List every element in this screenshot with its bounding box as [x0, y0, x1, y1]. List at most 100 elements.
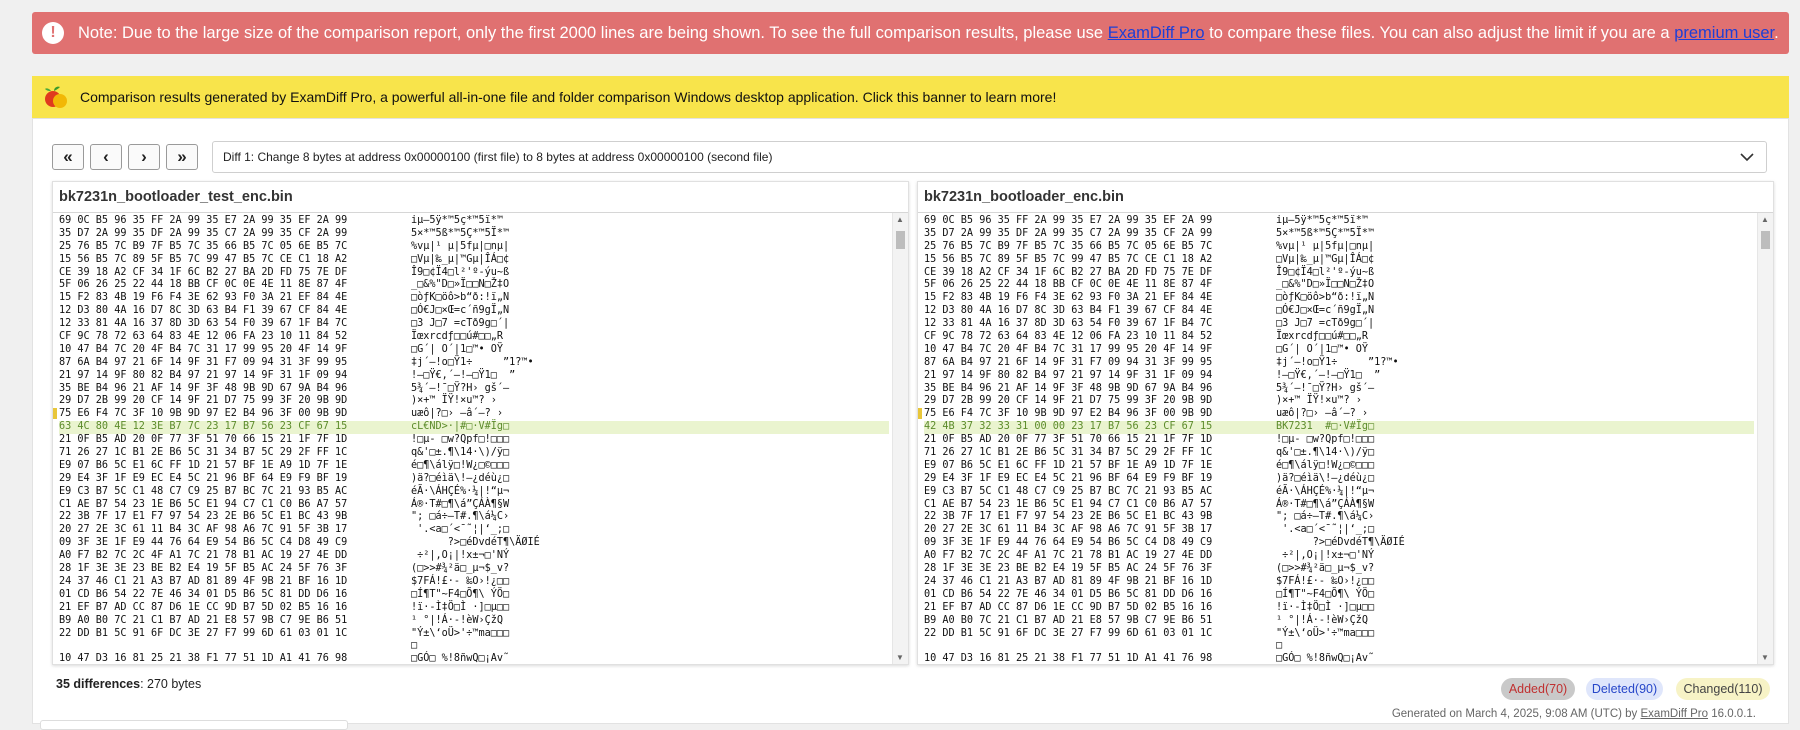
hex-bytes: 15 56 B5 7C 89 5F B5 7C 99 47 B5 7C CE C… — [924, 253, 1213, 265]
hex-bytes: 75 E6 F4 7C 3F 10 9B 9D 97 E2 B4 96 3F 0… — [59, 408, 348, 420]
hex-bytes: 29 E4 3F 1F E9 EC E4 5C 21 96 BF 64 E9 F… — [59, 472, 348, 484]
hex-ascii: q&'□±.¶\14·\)/ÿ□ — [1276, 447, 1375, 459]
left-diff-marker — [53, 408, 57, 419]
left-hex-view[interactable]: 69 0C B5 96 35 FF 2A 99 35 E7 2A 99 35 E… — [53, 213, 908, 664]
scroll-up-icon[interactable]: ▲ — [1761, 215, 1769, 224]
hex-bytes: 75 E6 F4 7C 3F 10 9B 9D 97 E2 B4 96 3F 0… — [924, 408, 1213, 420]
hex-row: 87 6A B4 97 21 6F 14 9F 31 F7 09 94 31 3… — [59, 357, 889, 370]
hex-bytes: 22 DD B1 5C 91 6F DC 3E 27 F7 99 6D 61 0… — [59, 627, 348, 639]
hex-bytes: CE 39 18 A2 CF 34 1F 6C B2 27 BA 2D FD 7… — [924, 266, 1213, 278]
hex-ascii: '.<a□´<¯˜¦|‘_;□ — [411, 524, 510, 536]
left-scroll-thumb[interactable] — [896, 231, 905, 249]
hex-ascii: éÃ·\ÁHÇÉ%·¼|!“µ¬ — [411, 485, 510, 497]
hex-row: 25 76 B5 7C B9 7F B5 7C 35 66 B5 7C 05 6… — [924, 241, 1754, 254]
first-diff-button[interactable]: « — [52, 144, 84, 170]
hex-bytes: 42 4B 37 32 33 31 00 00 23 17 B7 56 23 C… — [924, 421, 1213, 433]
hex-ascii: '.<a□´<¯˜¦|‘_;□ — [1276, 524, 1375, 536]
hex-row: B9 A0 B0 7C 21 C1 B7 AD 21 E8 57 9B C7 9… — [59, 615, 889, 628]
hex-row: 12 33 81 4A 16 37 8D 3D 63 54 F0 39 67 1… — [924, 318, 1754, 331]
examdiff-promo-banner[interactable]: Comparison results generated by ExamDiff… — [32, 76, 1789, 118]
hex-row: E9 07 B6 5C E1 6C FF 1D 21 57 BF 1E A9 1… — [59, 460, 889, 473]
generated-footer: Generated on March 4, 2025, 9:08 AM (UTC… — [1392, 708, 1756, 720]
left-file-pane: bk7231n_bootloader_test_enc.bin 69 0C B5… — [52, 181, 909, 665]
right-hex-view[interactable]: 69 0C B5 96 35 FF 2A 99 35 E7 2A 99 35 E… — [918, 213, 1773, 664]
hex-ascii: !—□Ÿ€‚´—!—□Ÿ1□ ” — [411, 369, 516, 381]
hex-bytes: 21 0F B5 AD 20 0F 77 3F 51 70 66 15 21 1… — [924, 434, 1213, 446]
hex-row: 75 E6 F4 7C 3F 10 9B 9D 97 E2 B4 96 3F 0… — [924, 408, 1754, 421]
right-file-pane: bk7231n_bootloader_enc.bin 69 0C B5 96 3… — [917, 181, 1774, 665]
next-diff-button[interactable]: › — [128, 144, 160, 170]
hex-ascii: □òƒK□öô>b“ð:!ï„N — [1276, 292, 1375, 304]
changed-filter-pill[interactable]: Changed(110) — [1676, 678, 1770, 700]
hex-row: 21 0F B5 AD 20 0F 77 3F 51 70 66 15 21 1… — [924, 434, 1754, 447]
right-hex-content: 69 0C B5 96 35 FF 2A 99 35 E7 2A 99 35 E… — [924, 215, 1754, 664]
hex-row: 10 47 B4 7C 20 4F B4 7C 31 17 99 95 20 4… — [59, 344, 889, 357]
hex-row: 29 D7 2B 99 20 CF 14 9F 21 D7 75 99 3F 2… — [924, 395, 1754, 408]
last-diff-button[interactable]: » — [166, 144, 198, 170]
diff-select[interactable]: Diff 1: Change 8 bytes at address 0x0000… — [212, 141, 1767, 173]
hex-row: 10 47 B4 7C 20 4F B4 7C 31 17 99 95 20 4… — [924, 344, 1754, 357]
hex-bytes: 15 F2 83 4B 19 F6 F4 3E 62 93 F0 3A 21 E… — [924, 292, 1213, 304]
hex-bytes: B9 A0 B0 7C 21 C1 B7 AD 21 E8 57 9B C7 9… — [924, 614, 1213, 626]
examdiff-pro-link[interactable]: ExamDiff Pro — [1108, 24, 1205, 42]
hex-bytes: 21 EF B7 AD CC 87 D6 1E CC 9D B7 5D 02 B… — [924, 601, 1213, 613]
deleted-filter-pill[interactable]: Deleted(90) — [1586, 678, 1663, 700]
scroll-up-icon[interactable]: ▲ — [896, 215, 904, 224]
hex-ascii: uæô|?□› —â´–? › — [411, 408, 504, 420]
hex-row: 35 BE B4 96 21 AF 14 9F 3F 48 9B 9D 67 9… — [924, 383, 1754, 396]
hex-row: CE 39 18 A2 CF 34 1F 6C B2 27 BA 2D FD 7… — [924, 267, 1754, 280]
hex-bytes: 10 47 D3 16 81 25 21 38 F1 77 51 1D A1 4… — [924, 653, 1213, 664]
hex-bytes: 10 47 B4 7C 20 4F B4 7C 31 17 99 95 20 4… — [59, 343, 348, 355]
hex-row: 87 6A B4 97 21 6F 14 9F 31 F7 09 94 31 3… — [924, 357, 1754, 370]
hex-row: 35 D7 2A 99 35 DF 2A 99 35 C7 2A 99 35 C… — [924, 228, 1754, 241]
hex-row: A0 F7 B2 7C 2C 4F A1 7C 21 78 B1 AC 19 2… — [924, 550, 1754, 563]
hex-row: CF 9C 78 72 63 64 83 4E 12 06 FA 23 10 1… — [924, 331, 1754, 344]
hex-ascii: □G´| O´|1□™• OŸ — [411, 343, 504, 355]
hex-ascii: uæô|?□› —â´–? › — [1276, 408, 1369, 420]
hex-bytes: 87 6A B4 97 21 6F 14 9F 31 F7 09 94 31 3… — [59, 356, 348, 368]
hex-row: 15 56 B5 7C 89 5F B5 7C 99 47 B5 7C CE C… — [59, 254, 889, 267]
hex-bytes: B9 A0 B0 7C 21 C1 B7 AD 21 E8 57 9B C7 9… — [59, 614, 348, 626]
hex-bytes: 10 47 B4 7C 20 4F B4 7C 31 17 99 95 20 4… — [924, 343, 1213, 355]
hex-ascii: Á®·T#□¶\á”ÇÁÀ¶§W — [411, 498, 510, 510]
right-scrollbar[interactable]: ▲ ▼ — [1757, 213, 1773, 664]
hex-row: □ — [59, 640, 889, 653]
hex-row: 69 0C B5 96 35 FF 2A 99 35 E7 2A 99 35 E… — [924, 215, 1754, 228]
hex-row: 35 BE B4 96 21 AF 14 9F 3F 48 9B 9D 67 9… — [59, 383, 889, 396]
hex-row: 24 37 46 C1 21 A3 B7 AD 81 89 4F 9B 21 B… — [924, 576, 1754, 589]
hex-ascii: Î9□¢Ï4□l²'º-ýu~ß — [411, 266, 510, 278]
premium-user-link[interactable]: premium user — [1674, 24, 1774, 42]
hex-ascii: )×+™ ÏŸ!×u™? › — [411, 395, 497, 407]
hex-bytes: E9 07 B6 5C E1 6C FF 1D 21 57 BF 1E A9 1… — [924, 459, 1213, 471]
hex-ascii: é□¶\álÿ□!W¿□©□□□ — [1276, 459, 1375, 471]
hex-ascii: "Ý±\‘oÜ>'÷™ma□□□ — [1276, 627, 1375, 639]
scroll-down-icon[interactable]: ▼ — [896, 653, 904, 662]
hex-bytes: 21 0F B5 AD 20 0F 77 3F 51 70 66 15 21 1… — [59, 434, 348, 446]
prev-diff-button[interactable]: ‹ — [90, 144, 122, 170]
scroll-down-icon[interactable]: ▼ — [1761, 653, 1769, 662]
hex-bytes: 20 27 2E 3C 61 11 B4 3C AF 98 A6 7C 91 5… — [924, 524, 1213, 536]
hex-bytes: 15 F2 83 4B 19 F6 F4 3E 62 93 F0 3A 21 E… — [59, 292, 348, 304]
hex-ascii: 5¾´–!¯□Ÿ?H› gš´– — [1276, 382, 1375, 394]
hex-row: 22 3B 7F 17 E1 F7 97 54 23 2E B6 5C E1 B… — [924, 511, 1754, 524]
hex-bytes: 29 D7 2B 99 20 CF 14 9F 21 D7 75 99 3F 2… — [924, 395, 1213, 407]
fruit-logo-icon — [45, 86, 67, 108]
hex-row: CE 39 18 A2 CF 34 1F 6C B2 27 BA 2D FD 7… — [59, 267, 889, 280]
hex-ascii: □3 J□7 =cTð9g□´| — [411, 318, 510, 330]
hex-ascii: ¹ °|!Á·-!èW›ÇžQ — [1276, 614, 1369, 626]
hex-ascii: Á®·T#□¶\á”ÇÁÀ¶§W — [1276, 498, 1375, 510]
hex-bytes: 69 0C B5 96 35 FF 2A 99 35 E7 2A 99 35 E… — [924, 215, 1213, 226]
left-scrollbar[interactable]: ▲ ▼ — [892, 213, 908, 664]
hex-row: 5F 06 26 25 22 44 18 BB CF 0C 0E 4E 11 8… — [924, 279, 1754, 292]
hex-row: 69 0C B5 96 35 FF 2A 99 35 E7 2A 99 35 E… — [59, 215, 889, 228]
hex-row: B9 A0 B0 7C 21 C1 B7 AD 21 E8 57 9B C7 9… — [924, 615, 1754, 628]
hex-ascii: éÃ·\ÁHÇÉ%·¼|!“µ¬ — [1276, 485, 1375, 497]
right-scroll-thumb[interactable] — [1761, 231, 1770, 249]
hex-bytes: A0 F7 B2 7C 2C 4F A1 7C 21 78 B1 AC 19 2… — [924, 550, 1213, 562]
hex-row: 15 F2 83 4B 19 F6 F4 3E 62 93 F0 3A 21 E… — [924, 292, 1754, 305]
hex-bytes: E9 C3 B7 5C C1 48 C7 C9 25 B7 BC 7C 21 9… — [59, 485, 348, 497]
hex-ascii: )ä?□éìä\!–¿déù¿□ — [1276, 472, 1375, 484]
hex-bytes: CF 9C 78 72 63 64 83 4E 12 06 FA 23 10 1… — [59, 331, 348, 343]
footer-examdiff-link[interactable]: ExamDiff Pro — [1641, 708, 1709, 720]
added-filter-pill[interactable]: Added(70) — [1501, 678, 1575, 700]
